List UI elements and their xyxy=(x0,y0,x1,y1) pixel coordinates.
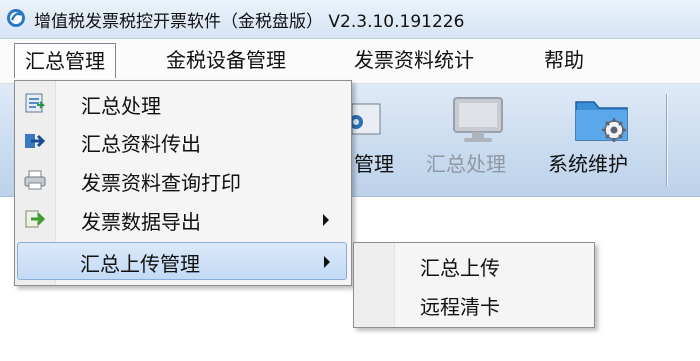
menu-item-summary-process[interactable]: 汇总处理 xyxy=(17,84,347,122)
title-bar[interactable]: 增值税发票税控开票软件（金税盘版） V2.3.10.191226 xyxy=(0,0,700,39)
toolbar-label: 系统维护 xyxy=(548,152,628,176)
menu-item-label: 远程清卡 xyxy=(420,295,500,319)
folder-gear-icon xyxy=(575,101,628,142)
menu-item-label: 汇总上传 xyxy=(420,256,500,280)
menu-item-invoice-query-print[interactable]: 发票资料查询打印 xyxy=(17,161,347,199)
submenu-arrow-icon xyxy=(323,214,329,226)
toolbar-system-maintenance-button[interactable]: 系统维护 xyxy=(544,84,656,196)
data-export-icon xyxy=(25,210,46,228)
menu-item-invoice-data-export[interactable]: 发票数据导出 xyxy=(17,200,347,238)
menu-tax-device-management[interactable]: 金税设备管理 xyxy=(156,43,296,77)
summary-management-dropdown: 汇总处理 汇总资料传出 发票资料查询打印 发票数据导出 汇总上传管理 xyxy=(14,80,352,286)
submenu-arrow-icon xyxy=(324,256,330,268)
menu-item-label: 汇总处理 xyxy=(81,94,161,118)
toolbar-label: 汇总处理 xyxy=(426,152,506,176)
menu-item-remote-clear-card[interactable]: 远程清卡 xyxy=(356,286,590,322)
menu-help[interactable]: 帮助 xyxy=(534,43,594,77)
menu-item-summary-upload[interactable]: 汇总上传 xyxy=(356,247,590,283)
menu-bar: 汇总管理 金税设备管理 发票资料统计 帮助 xyxy=(0,39,700,84)
menu-item-label: 汇总上传管理 xyxy=(80,252,200,276)
menu-item-label: 发票资料查询打印 xyxy=(81,171,241,195)
toolbar-label: 管理 xyxy=(354,152,394,176)
menu-item-label: 发票数据导出 xyxy=(81,210,201,234)
menu-item-summary-export[interactable]: 汇总资料传出 xyxy=(17,122,347,160)
window-title: 增值税发票税控开票软件（金税盘版） V2.3.10.191226 xyxy=(34,12,465,32)
toolbar-separator xyxy=(666,94,667,186)
printer-icon xyxy=(24,170,46,190)
menu-item-summary-upload-management[interactable]: 汇总上传管理 xyxy=(17,242,347,280)
app-logo-icon xyxy=(7,9,25,27)
toolbar-summary-process-button[interactable]: 汇总处理 xyxy=(420,84,532,196)
summary-process-icon xyxy=(25,93,46,113)
export-arrow-icon xyxy=(25,134,46,148)
menu-item-label: 汇总资料传出 xyxy=(81,132,201,156)
summary-upload-submenu: 汇总上传 远程清卡 xyxy=(353,242,595,328)
monitor-icon xyxy=(453,97,503,142)
menu-invoice-statistics[interactable]: 发票资料统计 xyxy=(344,43,484,77)
menu-summary-management[interactable]: 汇总管理 xyxy=(14,43,116,78)
